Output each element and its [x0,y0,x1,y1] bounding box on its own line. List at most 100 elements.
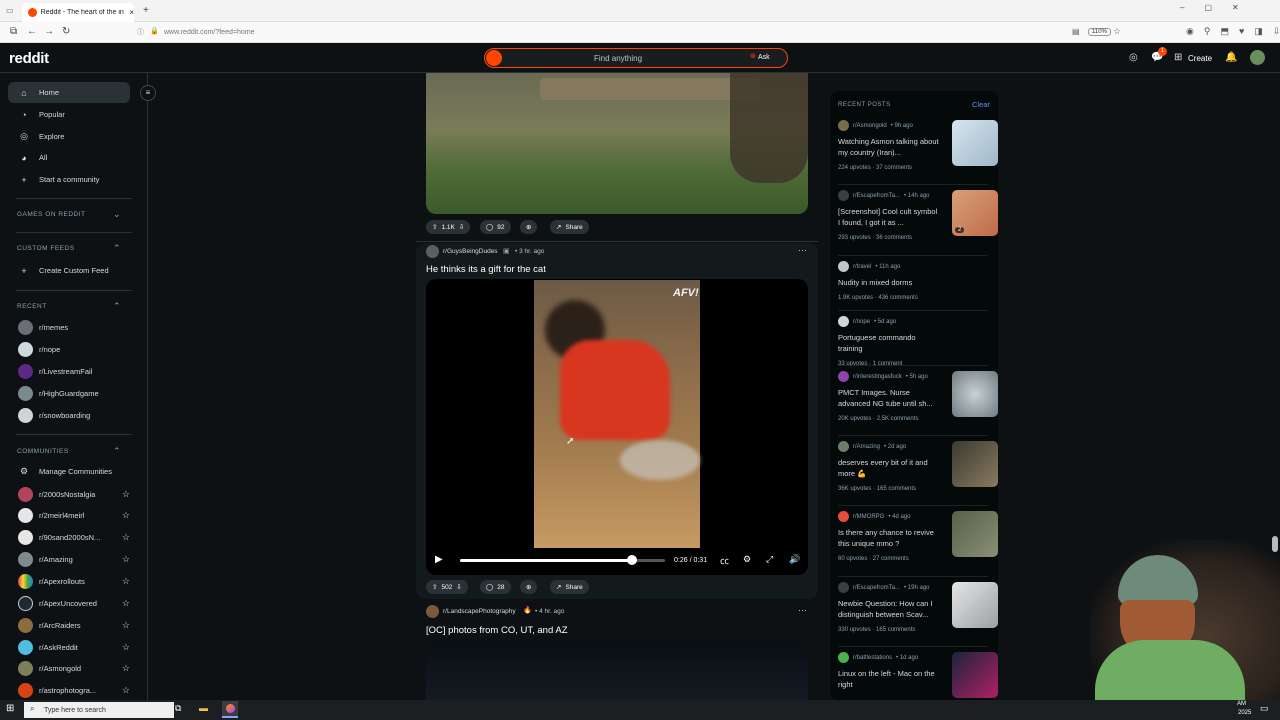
zoom-indicator[interactable]: 110% [1088,28,1111,36]
recent-post-subreddit[interactable]: r/MMORPG [853,514,884,520]
more-options-icon[interactable]: ··· [798,605,807,615]
recent-post-item[interactable]: r/battlestations • 1d ago Linux on the lef… [838,652,998,698]
favorite-star-icon[interactable]: ☆ [122,532,130,543]
recent-post-item[interactable]: r/Asmongold • 9h ago Watching Asmon talkin… [838,120,998,171]
file-explorer-icon[interactable]: ▬ [199,703,208,713]
recent-post-subreddit[interactable]: r/Asmongold [853,123,887,129]
favorite-star-icon[interactable]: ☆ [122,554,130,565]
reader-icon[interactable]: ▤ [1072,27,1080,36]
comments-button[interactable]: ◯ 28 [480,580,511,594]
recent-item-livestreamfail[interactable]: r/LivestreamFail [18,361,130,381]
sidebar-item-start-community[interactable]: + Start a community [8,169,130,190]
recent-post-subreddit[interactable]: r/interestingasfuck [853,374,902,380]
recent-post-subreddit[interactable]: r/travel [853,264,871,270]
create-custom-feed[interactable]: + Create Custom Feed [8,260,130,281]
games-section-header[interactable]: GAMES ON REDDIT ⌄ [17,209,121,219]
upvote-icon[interactable]: ⇧ [432,223,437,231]
recent-post-thumbnail[interactable] [952,652,998,698]
recent-post-item[interactable]: r/interestingasfuck • 5h ago PMCT Images. … [838,371,998,422]
downvote-icon[interactable]: ⇩ [456,583,461,591]
vote-button-group[interactable]: ⇧ 1.1K ⇩ [426,220,471,234]
recent-post-title[interactable]: deserves every bit of it and more 💪 [838,457,940,479]
create-plus-icon[interactable]: ⊞ [1174,52,1182,63]
recent-post-item[interactable]: r/EscapefromTa... • 14h ago [Screenshot] C… [838,190,998,241]
recent-post-thumbnail[interactable] [952,582,998,628]
post-subreddit[interactable]: r/GuysBeingDudes [443,248,498,255]
notifications-bell-icon[interactable]: 🔔 [1225,52,1237,63]
post-subreddit[interactable]: r/LandscapePhotography [443,608,516,615]
recent-post-title[interactable]: Watching Asmon talking about my country … [838,136,940,158]
communities-section-header[interactable]: COMMUNITIES ⌃ [17,446,121,456]
recent-item-highguardgame[interactable]: r/HighGuardgame [18,383,130,403]
sidebar-toggle-icon[interactable]: ▭ [6,6,14,15]
recent-post-thumbnail[interactable] [952,441,998,487]
recent-post-item[interactable]: r/MMORPG • 4d ago Is there any chance to r… [838,511,998,562]
recent-item-nope[interactable]: r/nope [18,339,130,359]
recent-post-subreddit[interactable]: r/nope [853,319,870,325]
recent-post-title[interactable]: Newbie Question: How can I distinguish b… [838,598,940,620]
fullscreen-icon[interactable]: ⤢ [766,554,773,565]
recent-post-item[interactable]: r/nope • 5d ago Portuguese commando traini… [838,316,988,367]
recent-post-subreddit[interactable]: r/Amazing [853,444,880,450]
favorite-star-icon[interactable]: ☆ [122,620,130,631]
browser-tab[interactable]: Reddit - The heart of the in × [22,3,134,22]
recent-post-title[interactable]: [Screenshot] Cool cult symbol I found, I… [838,206,940,228]
sidebar-item-home[interactable]: ⌂ Home [8,82,130,103]
community-item[interactable]: r/2000sNostalgia ☆ [18,484,130,504]
windows-start-icon[interactable]: ⊞ [6,703,14,714]
forward-icon[interactable]: → [44,26,54,37]
sidebar-item-explore[interactable]: ◎ Explore [8,126,130,147]
community-item[interactable]: r/Asmongold ☆ [18,658,130,678]
community-item[interactable]: r/AskReddit ☆ [18,637,130,657]
recent-post-subreddit[interactable]: r/EscapefromTa... [853,585,900,591]
comments-button[interactable]: ◯ 92 [480,220,511,234]
custom-feeds-section-header[interactable]: CUSTOM FEEDS ⌃ [17,243,121,253]
community-item[interactable]: r/astrophotogra... ☆ [18,680,130,700]
refresh-icon[interactable]: ↻ [62,26,70,37]
settings-gear-icon[interactable]: ⚙ [743,554,751,565]
task-view-icon[interactable]: ⧉ [175,703,181,714]
favorite-star-icon[interactable]: ☆ [122,685,130,696]
share-button[interactable]: ↗ Share [550,220,589,234]
volume-icon[interactable]: 🔊 [789,554,800,565]
award-button[interactable]: ⊕ [520,220,538,234]
advertise-icon[interactable]: ◎ [1129,52,1138,63]
recent-item-snowboarding[interactable]: r/snowboarding [18,405,130,425]
post-title[interactable]: He thinks its a gift for the cat [426,264,546,275]
recent-post-thumbnail[interactable] [952,511,998,557]
recent-post-thumbnail[interactable] [952,371,998,417]
tab-actions-icon[interactable]: ⧉ [10,26,17,37]
collapse-sidebar-icon[interactable]: ≡ [140,85,156,101]
recent-post-title[interactable]: Nudity in mixed dorms [838,277,940,288]
recent-post-thumbnail[interactable] [952,120,998,166]
recent-post-item[interactable]: r/Amazing • 2d ago deserves every bit of i… [838,441,998,492]
back-icon[interactable]: ← [27,26,37,37]
favorite-star-icon[interactable]: ☆ [122,576,130,587]
window-controls[interactable]: –▢✕ [1180,3,1259,12]
favorite-star-icon[interactable]: ☆ [122,510,130,521]
favorite-star-icon[interactable]: ☆ [122,663,130,674]
scrollbar-thumb[interactable] [1272,536,1278,552]
taskbar-search-input[interactable]: Type here to search [24,702,174,718]
sidebar-item-all[interactable]: ◕ All [8,147,130,168]
award-button[interactable]: ⊕ [520,580,538,594]
create-button[interactable]: Create [1188,54,1212,63]
recent-post-title[interactable]: Linux on the left - Mac on the right [838,668,940,690]
share-button[interactable]: ↗ Share [550,580,589,594]
site-info-icon[interactable]: ⓘ [137,27,144,37]
community-item[interactable]: r/ApexUncovered ☆ [18,593,130,613]
community-item[interactable]: r/Amazing ☆ [18,549,130,569]
recent-post-thumbnail[interactable]: 2 [952,190,998,236]
post-image[interactable] [426,641,808,700]
favorite-star-icon[interactable]: ☆ [122,642,130,653]
community-item[interactable]: r/Apexrollouts ☆ [18,571,130,591]
captions-icon[interactable]: ㏄ [720,554,729,567]
sidebar-item-popular[interactable]: ◔ Popular [8,104,130,125]
tab-close-icon[interactable]: × [129,8,134,17]
community-item[interactable]: r/2meirl4meirl ☆ [18,505,130,525]
recent-post-item[interactable]: r/travel • 11h ago Nudity in mixed dorms 1.… [838,261,988,301]
play-icon[interactable]: ▶ [435,554,443,565]
post-title[interactable]: [OC] photos from CO, UT, and AZ [426,625,568,636]
recent-post-title[interactable]: Portuguese commando training [838,332,940,354]
more-options-icon[interactable]: ··· [798,245,807,255]
